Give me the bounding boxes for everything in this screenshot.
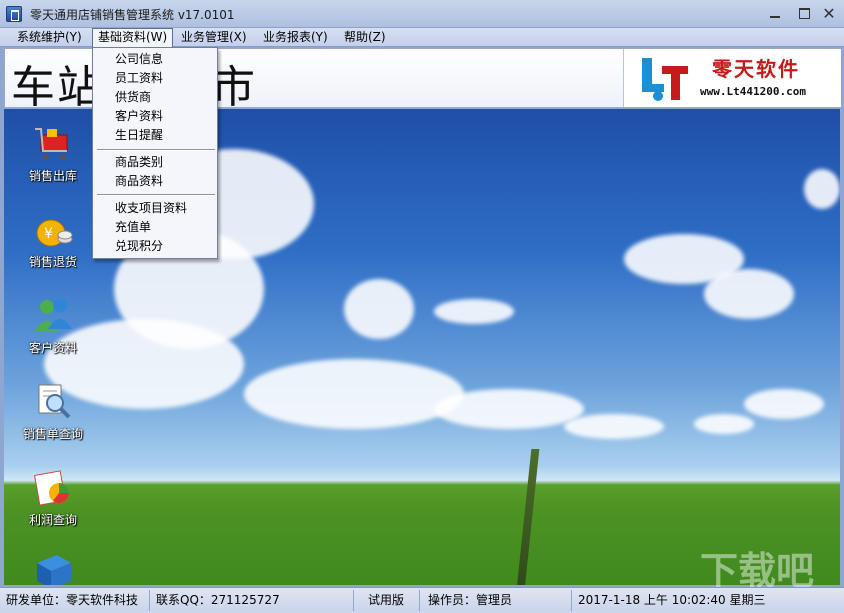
company-logo: 零天软件 www.Lt441200.com <box>623 49 841 107</box>
pie-chart-icon <box>34 470 69 506</box>
cloud <box>564 414 664 439</box>
cloud <box>704 269 794 319</box>
desktop-icon-sales-outbound[interactable]: 销售出库 <box>18 123 88 184</box>
cloud <box>344 279 414 339</box>
menu-separator <box>97 149 215 151</box>
menu-help[interactable]: 帮助(Z) <box>339 28 391 47</box>
svg-text:¥: ¥ <box>44 226 53 242</box>
desktop-icon-label: 利润查询 <box>28 513 77 527</box>
menu-business-management[interactable]: 业务管理(X) <box>176 28 252 47</box>
status-bar: 研发单位：零天软件科技 联系QQ：271125727 试用版 操作员：管理员 2… <box>0 587 844 613</box>
logo-company-name: 零天软件 <box>712 57 800 81</box>
money-bag-icon: ¥ <box>36 219 73 247</box>
status-developer: 研发单位：零天软件科技 <box>2 590 150 611</box>
status-qq: 联系QQ：271125727 <box>152 590 354 611</box>
cloud <box>744 389 824 419</box>
app-icon <box>6 6 22 22</box>
menu-item-employee-data[interactable]: 员工资料 <box>93 69 217 88</box>
cloud <box>434 299 514 324</box>
menu-item-company-info[interactable]: 公司信息 <box>93 50 217 69</box>
cloud <box>434 389 584 429</box>
menu-item-redeem-points[interactable]: 兑现积分 <box>93 237 217 256</box>
minimize-button[interactable] <box>764 4 786 24</box>
status-edition: 试用版 <box>364 590 420 611</box>
menu-item-customer-data[interactable]: 客户资料 <box>93 107 217 126</box>
desktop-icon-book[interactable] <box>18 549 88 585</box>
menu-item-recharge-slip[interactable]: 充值单 <box>93 218 217 237</box>
desktop-icon-label: 客户资料 <box>28 341 77 355</box>
desktop-icon-profit-query[interactable]: 利润查询 <box>18 467 88 528</box>
status-datetime: 2017-1-18 上午 10:02:40 星期三 <box>578 593 766 607</box>
cart-icon <box>35 128 68 160</box>
status-operator: 操作员：管理员 <box>424 590 572 611</box>
cloud <box>694 414 754 434</box>
close-icon: ✕ <box>822 4 836 23</box>
cloud <box>244 359 464 429</box>
field-path <box>516 449 540 585</box>
cloud <box>804 169 840 209</box>
desktop-icon-label: 销售单查询 <box>22 427 83 441</box>
search-document-icon <box>38 384 71 419</box>
users-icon <box>35 298 72 331</box>
menu-item-product-data[interactable]: 商品资料 <box>93 172 217 191</box>
menu-system-maintenance[interactable]: 系统维护(Y) <box>12 28 87 47</box>
maximize-button[interactable] <box>794 4 816 24</box>
menu-basic-data[interactable]: 基础资料(W) <box>92 28 174 47</box>
menu-business-reports[interactable]: 业务报表(Y) <box>258 28 333 47</box>
menu-bar: 系统维护(Y) 基础资料(W) 业务管理(X) 业务报表(Y) 帮助(Z) <box>0 28 844 47</box>
window-title: 零天通用店铺销售管理系统 v17.0101 <box>30 8 235 22</box>
close-button[interactable]: ✕ <box>818 4 840 24</box>
menu-separator <box>97 194 215 196</box>
minimize-icon <box>770 16 780 18</box>
book-icon <box>37 555 71 585</box>
desktop-icon-customer-data[interactable]: 客户资料 <box>18 295 88 356</box>
menu-item-birthday-reminder[interactable]: 生日提醒 <box>93 126 217 145</box>
desktop-icon-label: 销售出库 <box>28 169 77 183</box>
desktop-icon-sales-return[interactable]: ¥ 销售退货 <box>18 209 88 270</box>
desktop-icon-sales-order-query[interactable]: 销售单查询 <box>18 381 88 442</box>
basic-data-dropdown: 公司信息 员工资料 供货商 客户资料 生日提醒 商品类别 商品资料 收支项目资料… <box>92 47 218 259</box>
menu-item-income-expense-items[interactable]: 收支项目资料 <box>93 199 217 218</box>
menu-item-product-category[interactable]: 商品类别 <box>93 153 217 172</box>
lt-logo-icon <box>642 58 688 101</box>
logo-website: www.Lt441200.com <box>700 85 806 98</box>
menu-item-supplier[interactable]: 供货商 <box>93 88 217 107</box>
title-bar: 零天通用店铺销售管理系统 v17.0101 ✕ <box>0 0 844 28</box>
desktop-icon-label: 销售退货 <box>28 255 77 269</box>
maximize-icon <box>799 8 810 19</box>
